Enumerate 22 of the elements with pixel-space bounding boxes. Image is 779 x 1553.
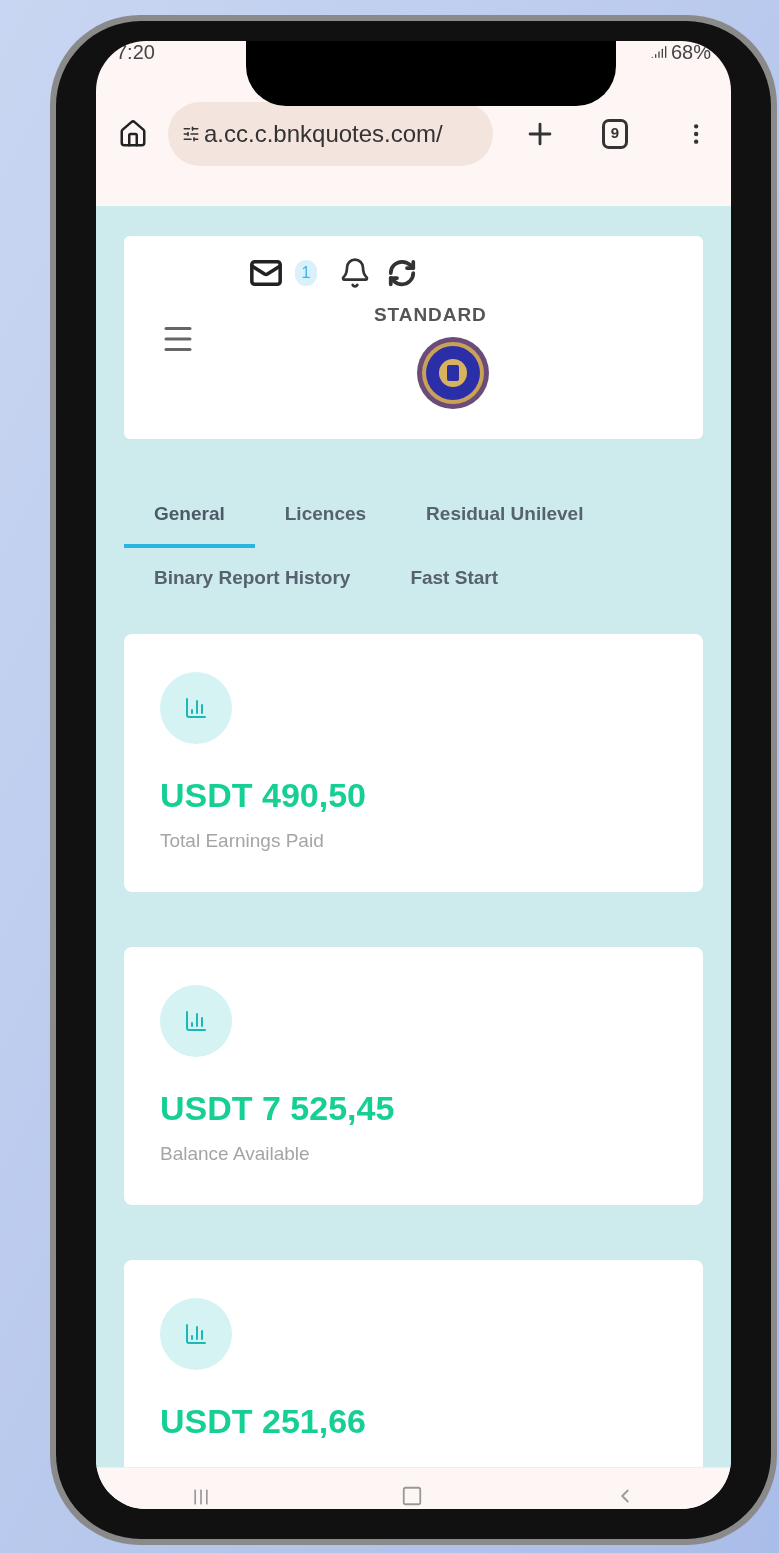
logo-icon (416, 336, 490, 410)
notification-count: 1 (295, 260, 317, 286)
stat-value: USDT 251,66 (160, 1401, 366, 1442)
tab[interactable]: General (124, 484, 255, 548)
home-icon[interactable] (118, 118, 148, 149)
stat-label: Balance Available (160, 1142, 310, 1166)
tab-count-button[interactable]: 9 (602, 118, 628, 149)
url-text: a.cc.c.bnkquotes.com/ (204, 118, 443, 149)
plan-name: STANDARD (374, 303, 487, 327)
address-bar[interactable]: a.cc.c.bnkquotes.com/ (168, 101, 493, 166)
stat-value: USDT 490,50 (160, 775, 366, 816)
refresh-icon[interactable] (387, 258, 417, 288)
stat-label: Total Earnings Paid (160, 829, 324, 853)
home-button-icon[interactable] (401, 1485, 424, 1507)
tab[interactable]: Fast Start (380, 548, 528, 612)
signal-icon (650, 44, 667, 60)
bell-icon[interactable] (339, 257, 371, 289)
tab[interactable]: Residual Unilevel (396, 484, 614, 548)
tab[interactable]: Licences (254, 484, 397, 548)
battery-level: 68% (670, 41, 711, 63)
tab[interactable]: Binary Report History (124, 548, 381, 612)
stat-value: USDT 7 525,45 (160, 1088, 395, 1129)
